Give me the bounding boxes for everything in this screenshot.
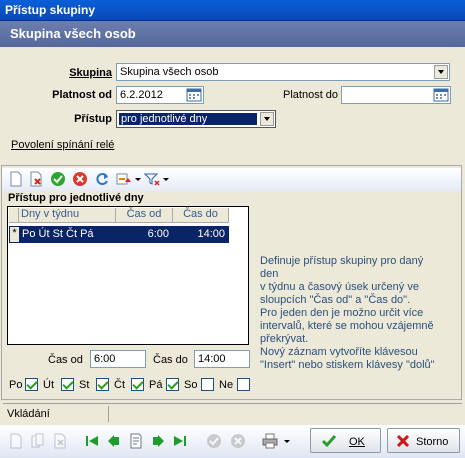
pristup-select[interactable]: pro jednotlivé dny xyxy=(116,110,276,128)
storno-label: Storno xyxy=(416,436,449,448)
next-record-icon[interactable] xyxy=(150,433,166,449)
confirm-icon[interactable] xyxy=(50,171,66,187)
bottom-toolbar: OK Storno xyxy=(0,425,465,458)
platnost-do-label: Platnost do xyxy=(283,89,339,101)
checkbox-po[interactable] xyxy=(25,378,38,391)
day-label-pa: Pá xyxy=(149,379,163,391)
cell-to: 14:00 xyxy=(197,228,225,240)
help-line: sloupcích "Čas od" a "Čas do". xyxy=(260,294,411,306)
day-label-ut: Út xyxy=(43,379,54,391)
status-bar: Vkládání xyxy=(3,403,462,422)
relay-permission-link[interactable]: Povolení spínání relé xyxy=(11,139,114,151)
chevron-down-icon[interactable] xyxy=(135,178,141,181)
help-line: v týdnu a časový úsek určený ve xyxy=(260,281,419,293)
cancel-icon[interactable] xyxy=(72,171,88,187)
page-header: Skupina všech osob xyxy=(0,21,465,47)
checkbox-pa[interactable] xyxy=(166,378,179,391)
page-title: Skupina všech osob xyxy=(10,26,136,41)
delete-document-icon[interactable] xyxy=(52,433,68,449)
help-line: Nový záznam vytvoříte klávesou xyxy=(260,346,418,358)
time-from-label: Čas od xyxy=(48,354,83,366)
column-header-days[interactable]: Dny v týdnu xyxy=(19,208,116,223)
help-line: intervalů, které se mohou vzájemně xyxy=(260,320,434,332)
refresh-icon[interactable] xyxy=(94,171,110,187)
platnost-do-field[interactable] xyxy=(341,86,451,104)
time-to-value: 14:00 xyxy=(198,353,226,365)
delete-record-icon[interactable] xyxy=(28,171,44,187)
day-label-po: Po xyxy=(9,379,23,391)
column-header-from[interactable]: Čas od xyxy=(116,208,173,223)
time-to-field[interactable]: 14:00 xyxy=(194,350,250,368)
day-label-st: St xyxy=(79,379,90,391)
window-title: Přístup skupiny xyxy=(5,3,96,17)
chevron-down-icon[interactable] xyxy=(260,112,274,126)
ok-button[interactable]: OK xyxy=(310,428,381,453)
checkbox-st[interactable] xyxy=(96,378,109,391)
ok-label: OK xyxy=(349,436,365,448)
cell-from: 6:00 xyxy=(147,228,169,240)
help-line: Definuje přístup skupiny pro daný xyxy=(260,255,424,267)
confirm-icon[interactable] xyxy=(206,433,222,449)
section-title: Přístup pro jednotlivé dny xyxy=(8,192,144,204)
grid-toolbar xyxy=(2,168,461,191)
grid-corner xyxy=(9,208,19,223)
day-label-ne: Ne xyxy=(219,379,234,391)
help-line: den xyxy=(260,268,279,280)
close-icon xyxy=(396,434,410,450)
document-list-icon[interactable] xyxy=(128,433,144,449)
help-text: Definuje přístup skupiny pro daný den v … xyxy=(260,255,450,372)
time-from-field[interactable]: 6:00 xyxy=(90,350,146,368)
days-grid[interactable]: Dny v týdnu Čas od Čas do * Po Út St Čt … xyxy=(7,206,249,345)
time-from-value: 6:00 xyxy=(94,353,116,365)
pristup-value: pro jednotlivé dny xyxy=(121,113,208,125)
print-icon[interactable] xyxy=(262,433,278,449)
check-icon xyxy=(321,434,337,451)
skupina-label: Skupina xyxy=(69,67,112,79)
pristup-label: Přístup xyxy=(74,113,112,125)
skupina-select[interactable]: Skupina všech osob xyxy=(116,63,450,81)
checkbox-ne[interactable] xyxy=(237,378,250,391)
help-line: Pro jeden den je možno určit více xyxy=(260,307,424,319)
checkbox-ct[interactable] xyxy=(131,378,144,391)
help-line: "Insert" nebo stiskem klávesy "dolů" xyxy=(260,359,435,371)
day-label-so: So xyxy=(184,379,198,391)
status-divider xyxy=(108,406,109,422)
status-text: Vkládání xyxy=(7,408,50,420)
platnost-od-field[interactable]: 6.2.2012 xyxy=(116,86,204,104)
help-line: překrývat. xyxy=(260,333,309,345)
sort-icon[interactable] xyxy=(116,171,132,187)
new-document-icon[interactable] xyxy=(8,433,24,449)
chevron-down-icon[interactable] xyxy=(284,440,290,443)
calendar-icon[interactable] xyxy=(433,88,449,102)
checkbox-ut[interactable] xyxy=(61,378,74,391)
platnost-od-value: 6.2.2012 xyxy=(120,89,163,101)
last-record-icon[interactable] xyxy=(172,433,188,449)
window-titlebar: Přístup skupiny xyxy=(0,0,465,21)
time-to-label: Čas do xyxy=(153,354,188,366)
first-record-icon[interactable] xyxy=(84,433,100,449)
chevron-down-icon[interactable] xyxy=(163,178,169,181)
skupina-value: Skupina všech osob xyxy=(120,66,219,78)
new-record-icon[interactable] xyxy=(8,171,24,187)
chevron-down-icon[interactable] xyxy=(434,65,448,79)
day-label-ct: Čt xyxy=(114,379,125,391)
row-marker: * xyxy=(10,227,19,242)
table-row[interactable]: * Po Út St Čt Pá 6:00 14:00 xyxy=(9,226,229,243)
cancel-icon[interactable] xyxy=(230,433,246,449)
copy-document-icon[interactable] xyxy=(30,433,46,449)
column-header-to[interactable]: Čas do xyxy=(173,208,229,223)
cell-days: Po Út St Čt Pá xyxy=(22,228,94,240)
checkbox-so[interactable] xyxy=(201,378,214,391)
filter-icon[interactable] xyxy=(143,171,160,187)
platnost-od-label: Platnost od xyxy=(52,89,112,101)
storno-button[interactable]: Storno xyxy=(387,428,460,453)
previous-record-icon[interactable] xyxy=(106,433,122,449)
calendar-icon[interactable] xyxy=(186,88,202,102)
